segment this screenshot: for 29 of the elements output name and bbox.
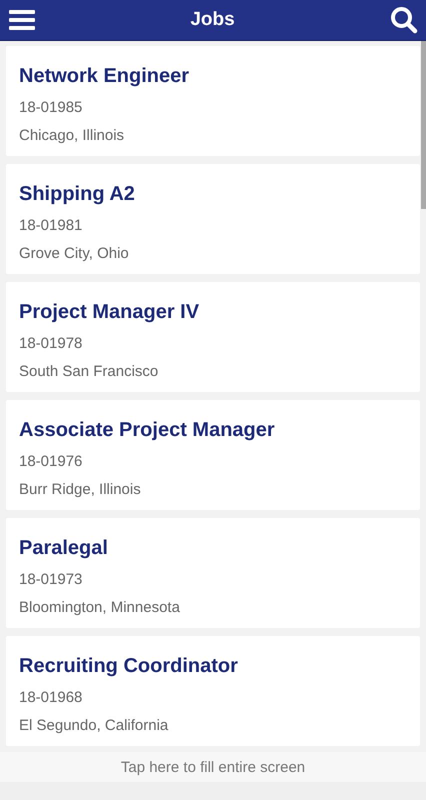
job-location: El Segundo, California: [19, 716, 170, 736]
job-id: 18-01978: [19, 334, 84, 354]
job-title: Project Manager IV: [19, 300, 200, 324]
job-card[interactable]: Network Engineer 18-01985 Chicago, Illinois: [6, 46, 420, 156]
job-title: Recruiting Coordinator: [19, 654, 239, 678]
menu-icon[interactable]: [9, 9, 35, 31]
job-card[interactable]: Paralegal 18-01973 Bloomington, Minnesota: [6, 518, 420, 628]
job-id: 18-01976: [19, 452, 84, 472]
job-id: 18-01973: [19, 570, 84, 590]
job-location: South San Francisco: [19, 362, 160, 382]
job-card[interactable]: Shipping A2 18-01981 Grove City, Ohio: [6, 164, 420, 274]
job-id: 18-01968: [19, 688, 84, 708]
app-title: Jobs: [190, 9, 235, 31]
fill-screen-button[interactable]: Tap here to fill entire screen: [0, 752, 426, 782]
job-title: Shipping A2: [19, 182, 136, 206]
job-title: Network Engineer: [19, 64, 190, 88]
job-location: Bloomington, Minnesota: [19, 598, 181, 618]
job-id: 18-01981: [19, 216, 84, 236]
job-title: Associate Project Manager: [19, 418, 276, 442]
job-id: 18-01985: [19, 98, 84, 118]
job-card[interactable]: Project Manager IV 18-01978 South San Francisco: [6, 282, 420, 392]
search-icon[interactable]: [390, 6, 418, 34]
scrollbar-thumb[interactable]: [421, 41, 426, 209]
job-location: Burr Ridge, Illinois: [19, 480, 142, 500]
job-card[interactable]: Recruiting Coordinator 18-01968 El Segundo, California: [6, 636, 420, 746]
job-location: Chicago, Illinois: [19, 126, 126, 146]
job-location: Grove City, Ohio: [19, 244, 130, 264]
job-title: Paralegal: [19, 536, 109, 560]
job-card[interactable]: Associate Project Manager 18-01976 Burr Ridge, Illinois: [6, 400, 420, 510]
